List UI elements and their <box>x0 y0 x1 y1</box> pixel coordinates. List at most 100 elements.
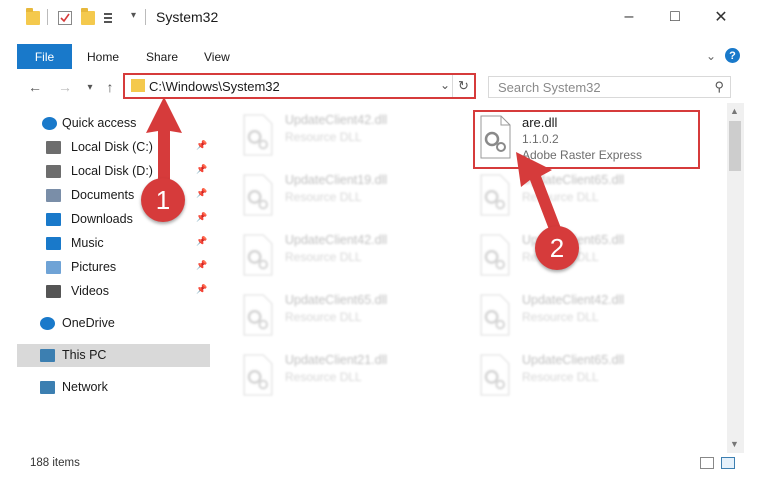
sidebar-item-pictures[interactable]: Pictures 📌 <box>17 256 210 279</box>
dll-file-icon <box>243 114 273 156</box>
tab-view[interactable]: View <box>204 44 230 69</box>
scroll-down-icon[interactable]: ▼ <box>730 439 739 449</box>
file-name: UpdateClient21.dll <box>285 353 388 367</box>
file-item[interactable]: UpdateClient42.dll Resource DLL <box>240 230 460 280</box>
pin-icon: 📌 <box>196 188 208 198</box>
file-name: UpdateClient42.dll <box>285 233 388 247</box>
annotation-badge-2: 2 <box>535 226 579 270</box>
sidebar-item-network[interactable]: Network <box>17 376 210 399</box>
file-type: Resource DLL <box>285 370 362 384</box>
drive-icon <box>46 165 61 178</box>
download-icon <box>46 213 61 226</box>
pin-icon: 📌 <box>196 236 208 246</box>
file-name: UpdateClient42.dll <box>522 293 625 307</box>
search-input[interactable]: Search System32 ⚲ <box>488 76 731 98</box>
ribbon: File Home Share View ⌄ ? <box>0 44 769 69</box>
dll-file-icon <box>480 234 510 276</box>
sidebar-item-label: Music <box>71 236 104 250</box>
annotation-badge-1: 1 <box>141 178 185 222</box>
music-icon <box>46 237 61 250</box>
selected-file-name[interactable]: are.dll <box>522 115 557 130</box>
star-icon <box>42 117 57 130</box>
file-type: Resource DLL <box>285 190 362 204</box>
divider <box>47 9 48 25</box>
tab-file[interactable]: File <box>17 44 72 69</box>
up-button[interactable]: ↑ <box>100 76 120 98</box>
pin-icon: 📌 <box>196 164 208 174</box>
dll-file-icon <box>243 354 273 396</box>
address-path[interactable]: C:\Windows\System32 <box>149 79 280 94</box>
new-folder-icon[interactable] <box>81 8 95 25</box>
details-view-icon[interactable] <box>700 457 714 469</box>
pin-icon: 📌 <box>196 260 208 270</box>
search-placeholder: Search System32 <box>498 80 601 95</box>
sidebar-item-music[interactable]: Music 📌 <box>17 232 210 255</box>
network-icon <box>40 381 55 394</box>
file-type: Resource DLL <box>285 250 362 264</box>
search-icon[interactable]: ⚲ <box>714 79 724 95</box>
pin-icon: 📌 <box>196 284 208 294</box>
file-name: UpdateClient65.dll <box>522 353 625 367</box>
properties-icon[interactable] <box>58 11 72 25</box>
dll-file-icon <box>243 174 273 216</box>
file-item[interactable]: UpdateClient65.dllResource DLL <box>240 290 460 340</box>
folder-icon <box>131 79 145 92</box>
scroll-up-icon[interactable]: ▲ <box>730 106 739 116</box>
sidebar-item-onedrive[interactable]: OneDrive <box>17 312 210 335</box>
file-item[interactable]: UpdateClient42.dll Resource DLL <box>477 290 697 340</box>
minimize-button[interactable]: – <box>606 4 652 30</box>
navigation-bar: ← → ▾ ↑ C:\Windows\System32 ⌄ ↻ Search S… <box>0 72 769 102</box>
back-button[interactable]: ← <box>25 76 45 98</box>
sidebar-item-label: Downloads <box>71 212 133 226</box>
tab-share[interactable]: Share <box>146 44 178 69</box>
large-icons-view-icon[interactable] <box>721 457 735 469</box>
folder-icon <box>26 8 40 25</box>
dll-file-icon <box>480 354 510 396</box>
recent-locations-icon[interactable]: ▾ <box>80 76 100 98</box>
file-type: Resource DLL <box>522 310 599 324</box>
sidebar-item-this-pc[interactable]: This PC <box>17 344 210 367</box>
sidebar-item-label: Network <box>62 380 108 394</box>
pin-icon: 📌 <box>196 140 208 150</box>
dll-file-icon <box>480 294 510 336</box>
file-name: UpdateClient42.dll <box>285 113 388 127</box>
dropdown-arrow-icon[interactable]: ▾ <box>131 10 136 21</box>
file-explorer-window: ▾ System32 – □ ✕ File Home Share View ⌄ … <box>0 0 769 504</box>
selected-file-version: 1.1.0.2 <box>522 132 559 146</box>
computer-icon <box>40 349 55 362</box>
sidebar-item-label: Quick access <box>62 116 137 130</box>
customize-toolbar-icon[interactable] <box>103 11 117 25</box>
cloud-icon <box>40 317 55 330</box>
file-item[interactable]: UpdateClient42.dll Resource DLL <box>240 110 460 160</box>
title-bar: ▾ System32 – □ ✕ <box>0 0 769 34</box>
file-name: UpdateClient65.dll <box>285 293 388 307</box>
dll-file-icon <box>243 294 273 336</box>
sidebar-item-label: OneDrive <box>62 316 115 330</box>
refresh-icon[interactable]: ↻ <box>452 75 474 97</box>
file-item[interactable]: UpdateClient65.dllResource DLL <box>477 230 697 280</box>
vertical-scrollbar[interactable]: ▲ ▼ <box>727 103 744 453</box>
file-name: UpdateClient19.dll <box>285 173 388 187</box>
status-bar: 188 items <box>0 453 769 475</box>
dll-file-icon <box>480 174 510 216</box>
file-item[interactable]: UpdateClient19.dll Resource DLL <box>240 170 460 220</box>
window-title: System32 <box>156 9 219 25</box>
item-count: 188 items <box>30 457 80 469</box>
file-item[interactable]: UpdateClient65.dllResource DLL <box>477 350 697 400</box>
expand-ribbon-icon[interactable]: ⌄ <box>706 49 716 63</box>
help-icon[interactable]: ? <box>725 48 740 63</box>
scroll-thumb[interactable] <box>729 121 741 171</box>
sidebar-item-label: Pictures <box>71 260 117 274</box>
address-dropdown-icon[interactable]: ⌄ <box>440 78 450 92</box>
tab-home[interactable]: Home <box>87 44 119 69</box>
pin-icon: 📌 <box>196 212 208 222</box>
file-item[interactable]: UpdateClient65.dllResource DLL <box>477 170 697 220</box>
close-button[interactable]: ✕ <box>698 4 744 30</box>
pictures-icon <box>46 261 61 274</box>
sidebar-item-videos[interactable]: Videos 📌 <box>17 280 210 303</box>
file-item[interactable]: UpdateClient21.dll Resource DLL <box>240 350 460 400</box>
maximize-button[interactable]: □ <box>652 4 698 30</box>
drive-icon <box>46 141 61 154</box>
forward-button[interactable]: → <box>55 76 75 98</box>
sidebar-item-label: Documents <box>71 188 135 202</box>
